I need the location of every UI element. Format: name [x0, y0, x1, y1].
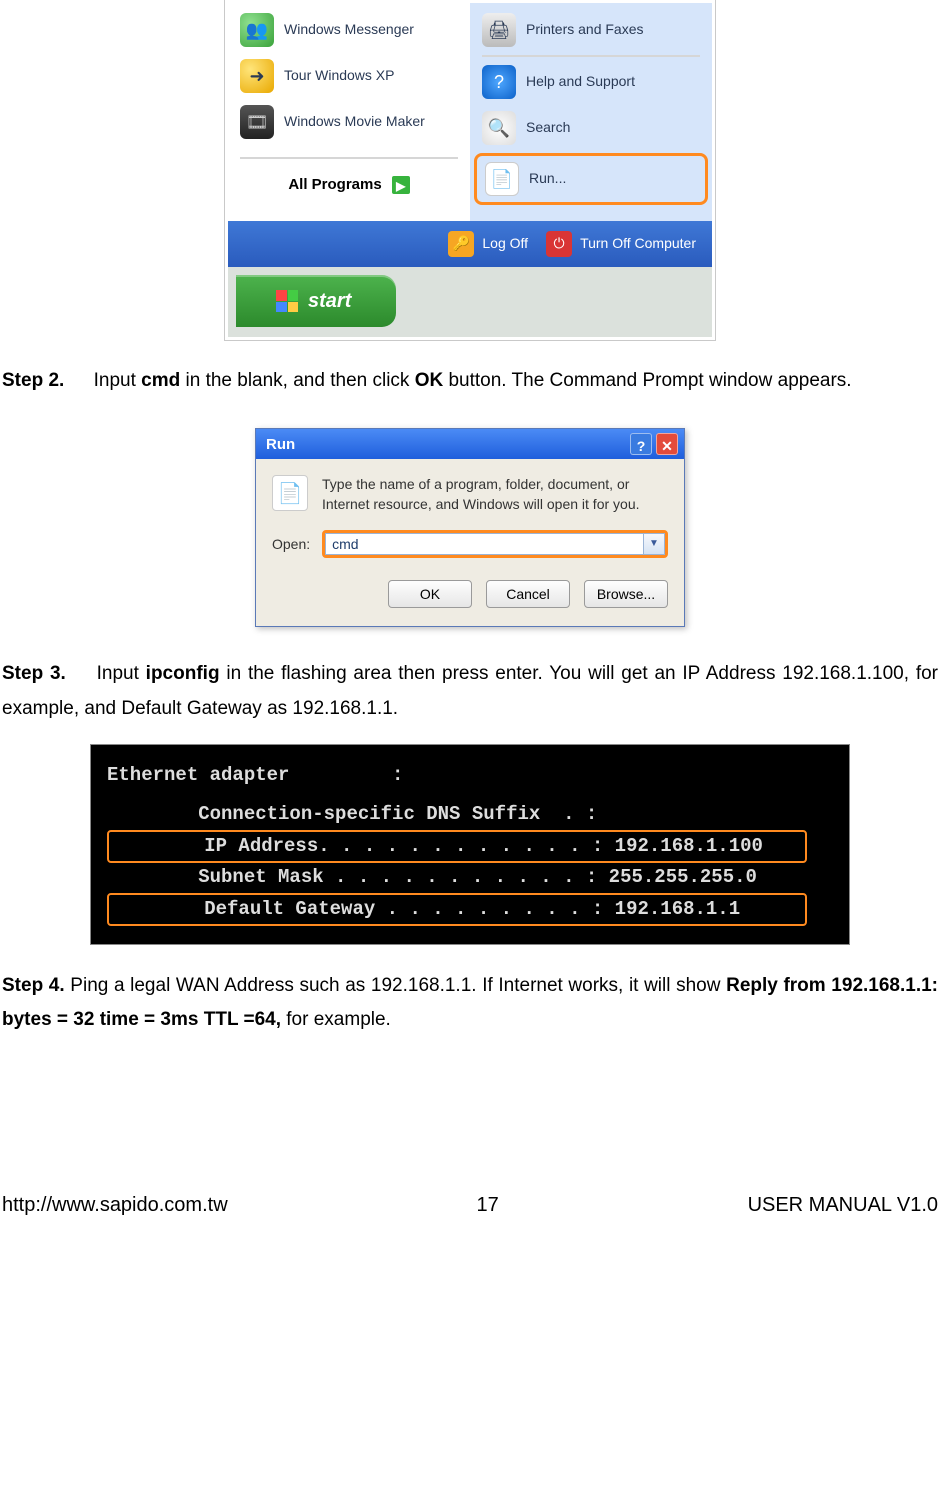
close-button[interactable]: ✕	[656, 433, 678, 455]
windows-logo-icon	[276, 290, 298, 312]
taskbar: start	[228, 267, 712, 337]
step2-text3: button. The Command Prompt window appear…	[448, 370, 851, 391]
start-item-label: Search	[526, 115, 570, 140]
open-combobox[interactable]: ▼	[322, 530, 668, 558]
arrow-right-icon: ▶	[392, 176, 410, 194]
window-controls: ? ✕	[630, 433, 678, 455]
run-description-row: 📄 Type the name of a program, folder, do…	[272, 475, 668, 514]
footer-version: USER MANUAL V1.0	[748, 1187, 938, 1223]
step3-number: Step 3.	[2, 663, 66, 684]
cmd-ip-line: IP Address. . . . . . . . . . . . : 192.…	[107, 830, 833, 863]
step2-number: Step 2.	[2, 370, 64, 391]
cmd-line: Subnet Mask . . . . . . . . . . . : 255.…	[107, 863, 833, 892]
tour-icon: ➜	[240, 59, 274, 93]
start-item-printers[interactable]: 🖨 Printers and Faxes	[474, 7, 708, 53]
power-icon: ⏻	[546, 231, 572, 257]
start-item-label: Help and Support	[526, 69, 635, 94]
ok-button[interactable]: OK	[388, 580, 472, 608]
step4-number: Step 4.	[2, 975, 65, 996]
page-footer: http://www.sapido.com.tw 17 USER MANUAL …	[2, 1187, 938, 1223]
run-titlebar: Run ? ✕	[256, 429, 684, 459]
logoff-label: Log Off	[482, 231, 528, 256]
cmd-line: Ethernet adapter :	[107, 761, 833, 790]
start-item-label: Printers and Faxes	[526, 17, 644, 42]
turnoff-button[interactable]: ⏻ Turn Off Computer	[546, 231, 696, 257]
start-item-help[interactable]: ? Help and Support	[474, 59, 708, 105]
printers-icon: 🖨	[482, 13, 516, 47]
step3-text1: Input	[97, 663, 146, 684]
browse-button[interactable]: Browse...	[584, 580, 668, 608]
run-highlight: 📄 Run...	[474, 153, 708, 205]
search-icon: 🔍	[482, 111, 516, 145]
step2-text1: Input	[94, 370, 142, 391]
cmd-highlight-gateway: Default Gateway . . . . . . . . . : 192.…	[107, 893, 807, 926]
start-menu-columns: 👥 Windows Messenger ➜ Tour Windows XP 🎞 …	[228, 3, 712, 221]
page-number: 17	[228, 1187, 748, 1223]
cmd-gw-line: Default Gateway . . . . . . . . . : 192.…	[107, 893, 833, 926]
start-item-moviemaker[interactable]: 🎞 Windows Movie Maker	[232, 99, 466, 145]
start-menu-footer: 🔑 Log Off ⏻ Turn Off Computer	[228, 221, 712, 267]
step3-paragraph: Step 3. Input ipconfig in the flashing a…	[2, 657, 938, 725]
messenger-icon: 👥	[240, 13, 274, 47]
open-label: Open:	[272, 532, 310, 557]
step2-text2: in the blank, and then click	[186, 370, 415, 391]
cancel-button[interactable]: Cancel	[486, 580, 570, 608]
cmd-screenshot: Ethernet adapter : Connection-specific D…	[90, 744, 850, 945]
dropdown-button[interactable]: ▼	[643, 533, 665, 555]
start-item-label: Windows Messenger	[284, 17, 414, 42]
start-menu-right-col: 🖨 Printers and Faxes ? Help and Support …	[470, 3, 712, 221]
start-item-messenger[interactable]: 👥 Windows Messenger	[232, 7, 466, 53]
step4-text2: for example.	[286, 1009, 391, 1030]
movie-maker-icon: 🎞	[240, 105, 274, 139]
step2-cmd: cmd	[141, 370, 180, 391]
start-item-label: Windows Movie Maker	[284, 109, 425, 134]
step2-ok: OK	[415, 370, 444, 391]
start-menu-left-col: 👥 Windows Messenger ➜ Tour Windows XP 🎞 …	[228, 3, 470, 221]
run-dialog: Run ? ✕ 📄 Type the name of a program, fo…	[255, 428, 685, 627]
start-item-tour[interactable]: ➜ Tour Windows XP	[232, 53, 466, 99]
run-title-text: Run	[266, 431, 295, 458]
start-item-search[interactable]: 🔍 Search	[474, 105, 708, 151]
all-programs-label: All Programs	[288, 171, 381, 198]
run-description: Type the name of a program, folder, docu…	[322, 475, 668, 514]
step4-paragraph: Step 4. Ping a legal WAN Address such as…	[2, 969, 938, 1037]
start-menu-screenshot: 👥 Windows Messenger ➜ Tour Windows XP 🎞 …	[225, 0, 715, 340]
separator	[240, 157, 458, 159]
help-icon: ?	[482, 65, 516, 99]
logoff-button[interactable]: 🔑 Log Off	[448, 231, 528, 257]
start-item-label: Run...	[529, 166, 566, 191]
start-item-run[interactable]: 📄 Run...	[477, 156, 705, 202]
start-item-label: Tour Windows XP	[284, 63, 394, 88]
run-icon: 📄	[485, 162, 519, 196]
step2-paragraph: Step 2. Input cmd in the blank, and then…	[2, 364, 938, 398]
spacer	[107, 790, 833, 800]
spacer	[232, 145, 466, 155]
step3-ipconfig: ipconfig	[146, 663, 220, 684]
run-body: 📄 Type the name of a program, folder, do…	[256, 459, 684, 626]
help-button[interactable]: ?	[630, 433, 652, 455]
cmd-output: Ethernet adapter : Connection-specific D…	[91, 745, 849, 944]
step4-text1: Ping a legal WAN Address such as 192.168…	[70, 975, 726, 996]
start-button[interactable]: start	[236, 275, 396, 327]
footer-url: http://www.sapido.com.tw	[2, 1187, 228, 1223]
start-label: start	[308, 283, 351, 319]
all-programs-button[interactable]: All Programs ▶	[232, 161, 466, 208]
cmd-line: Connection-specific DNS Suffix . :	[107, 800, 833, 829]
turnoff-label: Turn Off Computer	[580, 231, 696, 256]
run-dialog-icon: 📄	[272, 475, 308, 511]
open-input[interactable]	[325, 533, 643, 555]
logoff-icon: 🔑	[448, 231, 474, 257]
run-open-row: Open: ▼	[272, 530, 668, 558]
document-page: 👥 Windows Messenger ➜ Tour Windows XP 🎞 …	[0, 0, 940, 1223]
separator	[482, 55, 700, 57]
cmd-highlight-ip: IP Address. . . . . . . . . . . . : 192.…	[107, 830, 807, 863]
run-button-row: OK Cancel Browse...	[272, 580, 668, 608]
